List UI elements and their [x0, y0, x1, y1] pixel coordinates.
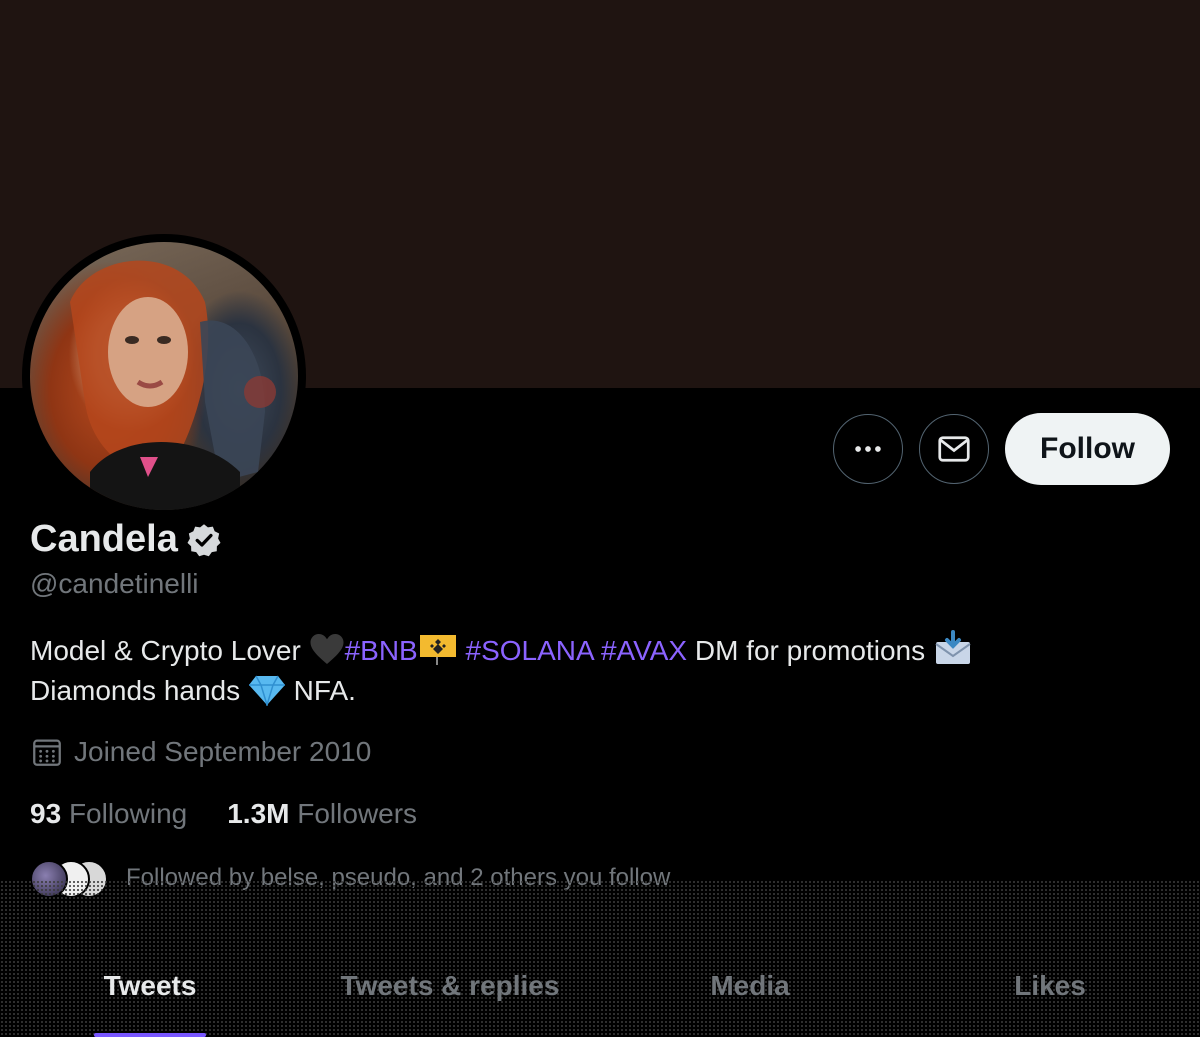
verified-badge-icon — [187, 523, 221, 556]
tab-media[interactable]: Media — [600, 950, 900, 1037]
avatar-photo — [30, 242, 298, 510]
profile-actions: Follow — [833, 413, 1170, 485]
more-icon — [855, 446, 881, 452]
follow-stats: 93 Following 1.3M Followers — [30, 798, 417, 830]
following-link[interactable]: 93 Following — [30, 798, 187, 830]
bio-text: NFA. — [285, 675, 356, 706]
bio-text: DM for promotions — [687, 635, 933, 666]
joined-date: Joined September 2010 — [30, 735, 371, 769]
followed-by-text: Followed by belse, pseudo, and 2 others … — [126, 864, 671, 891]
binance-flag-icon — [419, 635, 456, 665]
active-tab-indicator — [94, 1033, 206, 1037]
following-count: 93 — [30, 798, 62, 829]
profile-avatar[interactable] — [22, 234, 306, 518]
display-name: Candela — [30, 518, 178, 560]
followers-link[interactable]: 1.3M Followers — [227, 798, 417, 830]
hashtag-link[interactable]: #BNB — [345, 635, 418, 666]
following-label: Following — [68, 798, 188, 829]
followers-count: 1.3M — [227, 798, 290, 829]
bio-text: Model & Crypto Lover — [30, 635, 309, 666]
tab-label: Media — [710, 970, 790, 1001]
avatar — [30, 860, 68, 898]
envelope-icon — [938, 436, 970, 462]
tab-label: Tweets — [103, 970, 197, 1001]
profile-handle: @candetinelli — [30, 568, 199, 599]
name-row: Candela — [30, 518, 222, 561]
mutual-avatars — [30, 860, 108, 898]
black-heart-icon — [310, 634, 344, 664]
followed-by-row[interactable]: Followed by belse, pseudo, and 2 others … — [30, 860, 671, 898]
follow-button[interactable]: Follow — [1005, 413, 1170, 485]
message-button[interactable] — [919, 414, 990, 484]
profile-page: Follow Candela @candetinelli Model & Cry… — [0, 0, 1200, 1037]
bio-text: Diamonds hands — [30, 675, 248, 706]
tab-tweets-replies[interactable]: Tweets & replies — [300, 950, 600, 1037]
followers-label: Followers — [297, 798, 418, 829]
tab-tweets[interactable]: Tweets — [0, 950, 300, 1037]
gem-icon — [248, 675, 285, 706]
tab-label: Likes — [1014, 970, 1086, 1001]
envelope-with-arrow-icon — [935, 630, 971, 664]
hashtag-link[interactable]: #AVAX — [601, 635, 687, 666]
hashtag-link[interactable]: #SOLANA — [466, 635, 594, 666]
profile-tabs: Tweets Tweets & replies Media Likes — [0, 950, 1200, 1037]
tab-likes[interactable]: Likes — [900, 950, 1200, 1037]
tab-label: Tweets & replies — [340, 970, 560, 1001]
more-button[interactable] — [833, 414, 904, 484]
profile-bio: Model & Crypto Lover #BNB #SOLANA #AVAX … — [30, 630, 1130, 711]
calendar-icon — [33, 739, 61, 766]
joined-text: Joined September 2010 — [74, 736, 372, 767]
